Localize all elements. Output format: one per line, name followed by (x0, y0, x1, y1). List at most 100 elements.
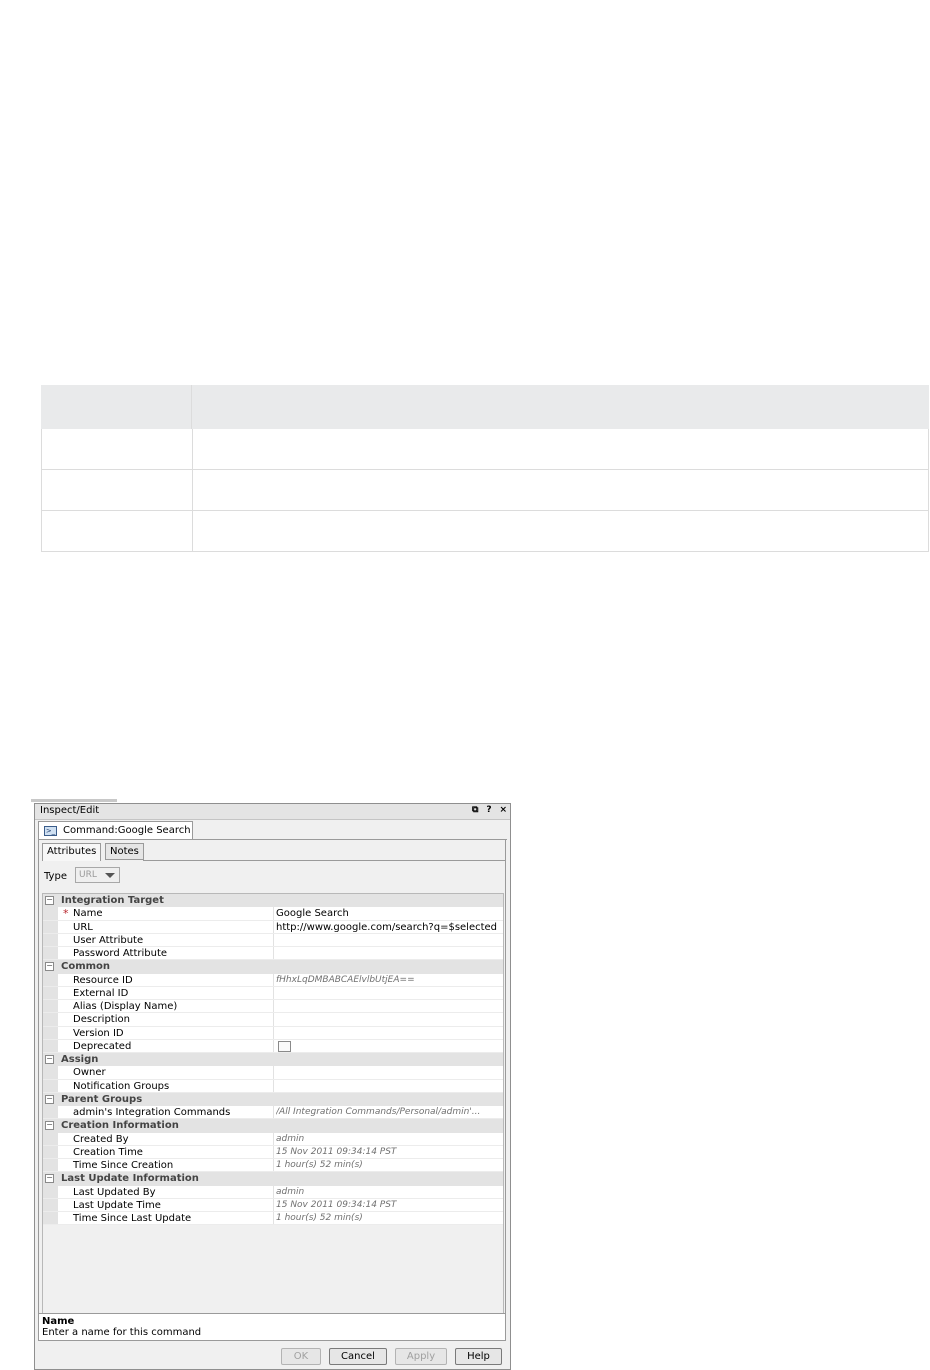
row-gutter (43, 986, 58, 999)
property-value: 15 Nov 2011 09:34:14 PST (276, 1199, 397, 1210)
row-gutter (43, 947, 58, 960)
row-gutter (43, 1185, 58, 1198)
property-label: Deprecated (73, 1040, 132, 1052)
table-cell (42, 470, 193, 510)
property-label: Last Updated By (73, 1186, 156, 1198)
category-label: Last Update Information (61, 1173, 199, 1185)
tab-command-google-search[interactable]: >_ Command:Google Search (38, 821, 193, 840)
property-label: Password Attribute (73, 948, 168, 959)
tab-attributes-label: Attributes (47, 846, 97, 857)
property-value: admin (276, 1133, 305, 1144)
row-gutter (43, 1039, 58, 1052)
category-label: Creation Information (61, 1120, 179, 1132)
row-gutter (43, 1066, 58, 1079)
property-row[interactable]: * Name Google Search (43, 907, 503, 921)
property-row[interactable]: Created By admin (43, 1132, 503, 1146)
table-header-cell (41, 385, 192, 429)
column-separator (273, 1132, 274, 1145)
property-label: URL (73, 921, 93, 933)
property-row[interactable]: Version ID (43, 1026, 503, 1040)
table-row (42, 429, 928, 470)
property-row[interactable]: Alias (Display Name) (43, 1000, 503, 1014)
tab-notes[interactable]: Notes (105, 843, 144, 860)
column-separator (273, 1198, 274, 1211)
property-row[interactable]: URL http://www.google.com/search?q=$selec… (43, 920, 503, 934)
table-header-cell (192, 385, 929, 429)
restore-icon[interactable]: ⧉ (472, 805, 478, 815)
type-label: Type (44, 871, 67, 882)
table-cell (42, 551, 779, 591)
type-select-value: URL (79, 870, 97, 880)
collapse-icon[interactable]: − (45, 1174, 54, 1184)
property-label: Notification Groups (73, 1080, 170, 1092)
chevron-down-icon (105, 873, 115, 878)
property-row[interactable]: Creation Time 15 Nov 2011 09:34:14 PST (43, 1145, 503, 1159)
row-gutter (43, 1159, 58, 1172)
property-row[interactable]: Time Since Creation 1 hour(s) 52 min(s) (43, 1159, 503, 1173)
dialog-titlebar[interactable]: Inspect/Edit ⧉ ? × (35, 804, 510, 820)
property-row[interactable]: Last Updated By admin (43, 1185, 503, 1199)
category-row[interactable]: − Parent Groups (43, 1092, 503, 1106)
property-row[interactable]: admin's Integration Commands/All Integra… (43, 1106, 503, 1120)
property-row[interactable]: User Attribute (43, 933, 503, 947)
property-row[interactable]: External ID (43, 986, 503, 1000)
help-button[interactable]: Help (455, 1348, 502, 1365)
property-value: admin (276, 1186, 305, 1197)
property-row[interactable]: Notification Groups (43, 1079, 503, 1093)
row-gutter (43, 920, 58, 933)
help-icon[interactable]: ? (486, 805, 491, 815)
collapse-icon[interactable]: − (45, 1055, 54, 1064)
property-row[interactable]: Time Since Last Update 1 hour(s) 52 min(s… (43, 1212, 503, 1226)
help-panel: Name Enter a name for this command (38, 1313, 506, 1341)
row-gutter (43, 1026, 58, 1039)
required-icon: * (63, 907, 69, 921)
collapse-icon[interactable]: − (45, 1094, 54, 1104)
apply-button[interactable]: Apply (395, 1348, 447, 1365)
subtab-divider (143, 860, 505, 861)
close-icon[interactable]: × (499, 805, 507, 815)
property-value: 15 Nov 2011 09:34:14 PST (276, 1146, 397, 1157)
property-value[interactable]: http://www.google.com/search?q=$selected (276, 921, 501, 934)
ok-button[interactable]: OK (281, 1348, 321, 1365)
table-body (41, 429, 929, 552)
row-gutter (43, 1079, 58, 1092)
property-row[interactable]: Owner (43, 1066, 503, 1080)
column-separator (273, 1106, 274, 1119)
property-row[interactable]: Resource ID fHhxLqDMBABCAElvlbUtjEA== (43, 973, 503, 987)
tab-label: Command:Google Search (63, 825, 191, 836)
collapse-icon[interactable]: − (45, 962, 54, 972)
property-label: Creation Time (73, 1146, 143, 1158)
type-select[interactable]: URL (75, 867, 120, 883)
column-separator (273, 973, 274, 986)
property-row[interactable]: Password Attribute (43, 947, 503, 961)
category-label: Parent Groups (61, 1093, 143, 1105)
property-row[interactable]: Deprecated (43, 1039, 503, 1053)
tab-attributes[interactable]: Attributes (42, 843, 102, 861)
column-separator (273, 1000, 274, 1013)
deprecated-checkbox[interactable] (278, 1040, 291, 1052)
collapse-icon[interactable]: − (45, 896, 54, 905)
property-label: Time Since Last Update (73, 1213, 192, 1224)
property-label: User Attribute (73, 934, 144, 946)
category-label: Common (61, 961, 111, 973)
table-cell (42, 429, 193, 469)
empty-table (41, 385, 929, 552)
property-value[interactable]: Google Search (276, 907, 501, 920)
cancel-button[interactable]: Cancel (329, 1348, 387, 1365)
inspector-panel: Attributes Notes Type URL − Integration T… (38, 840, 506, 1338)
category-row[interactable]: − Common (43, 960, 503, 974)
property-value: 1 hour(s) 52 min(s) (276, 1213, 363, 1223)
category-row[interactable]: − Last Update Information (43, 1172, 503, 1186)
category-row[interactable]: − Integration Target (43, 894, 503, 908)
column-separator (273, 1066, 274, 1079)
collapse-icon[interactable]: − (45, 1121, 54, 1131)
category-row[interactable]: − Assign (43, 1053, 503, 1067)
property-label: Version ID (73, 1027, 124, 1039)
column-separator (273, 1159, 274, 1172)
command-icon: >_ (44, 826, 57, 836)
category-row[interactable]: − Creation Information (43, 1119, 503, 1133)
property-row[interactable]: Last Update Time 15 Nov 2011 09:34:14 PST (43, 1198, 503, 1212)
property-value: /All Integration Commands/Personal/admin… (276, 1107, 481, 1117)
property-label: Name (73, 908, 103, 920)
property-row[interactable]: Description (43, 1013, 503, 1027)
